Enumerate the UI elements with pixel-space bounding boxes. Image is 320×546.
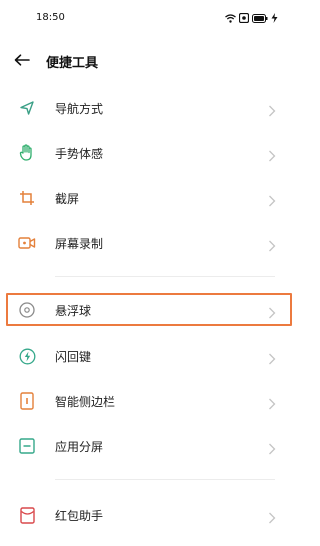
header: 便捷工具	[0, 44, 299, 76]
list-item-gesture[interactable]: 手势体感	[0, 131, 299, 175]
list-item-navigation[interactable]: 导航方式	[0, 86, 299, 130]
page-title: 便捷工具	[46, 56, 99, 71]
chevron-right-icon	[268, 237, 276, 252]
wifi-icon	[225, 13, 236, 23]
smart-sidebar-icon	[17, 391, 37, 411]
red-envelope-icon	[17, 505, 37, 525]
list-item-screenshot[interactable]: 截屏	[0, 176, 299, 220]
split-screen-icon	[17, 436, 37, 456]
settings-page: 18:50 便捷工具 导航方式 手势体感 截屏 屏幕录制 悬浮球 闪回键 智能侧…	[0, 0, 299, 546]
highlight-box	[6, 293, 292, 326]
item-label: 智能侧边栏	[55, 395, 116, 409]
status-time: 18:50	[36, 12, 65, 23]
navigation-icon	[17, 98, 37, 118]
chevron-right-icon	[268, 102, 276, 117]
gesture-hand-icon	[17, 143, 37, 163]
flashback-icon	[17, 346, 37, 366]
chevron-right-icon	[268, 440, 276, 455]
section-divider	[55, 276, 275, 277]
chevron-right-icon	[268, 509, 276, 524]
item-label: 应用分屏	[55, 440, 104, 454]
back-button[interactable]	[10, 48, 34, 72]
charging-icon	[271, 13, 278, 23]
list-item-screen-record[interactable]: 屏幕录制	[0, 221, 299, 265]
status-icons	[225, 12, 278, 24]
list-item-flashback[interactable]: 闪回键	[0, 334, 299, 378]
screen-record-icon	[17, 233, 37, 253]
screenshot-crop-icon	[17, 188, 37, 208]
list-item-smart-sidebar[interactable]: 智能侧边栏	[0, 379, 299, 423]
section-divider	[55, 479, 275, 480]
item-label: 截屏	[55, 192, 80, 206]
item-label: 屏幕录制	[55, 237, 104, 251]
item-label: 手势体感	[55, 147, 104, 161]
item-label: 闪回键	[55, 350, 92, 364]
chevron-right-icon	[268, 350, 276, 365]
status-bar: 18:50	[0, 0, 299, 34]
arrow-left-icon	[14, 51, 30, 70]
list-item-split-screen[interactable]: 应用分屏	[0, 424, 299, 468]
signal-icon	[239, 13, 249, 23]
chevron-right-icon	[268, 192, 276, 207]
list-item-red-envelope[interactable]: 红包助手	[0, 493, 299, 537]
item-label: 红包助手	[55, 509, 104, 523]
item-label: 导航方式	[55, 102, 104, 116]
chevron-right-icon	[268, 395, 276, 410]
battery-icon	[252, 13, 268, 23]
chevron-right-icon	[268, 147, 276, 162]
